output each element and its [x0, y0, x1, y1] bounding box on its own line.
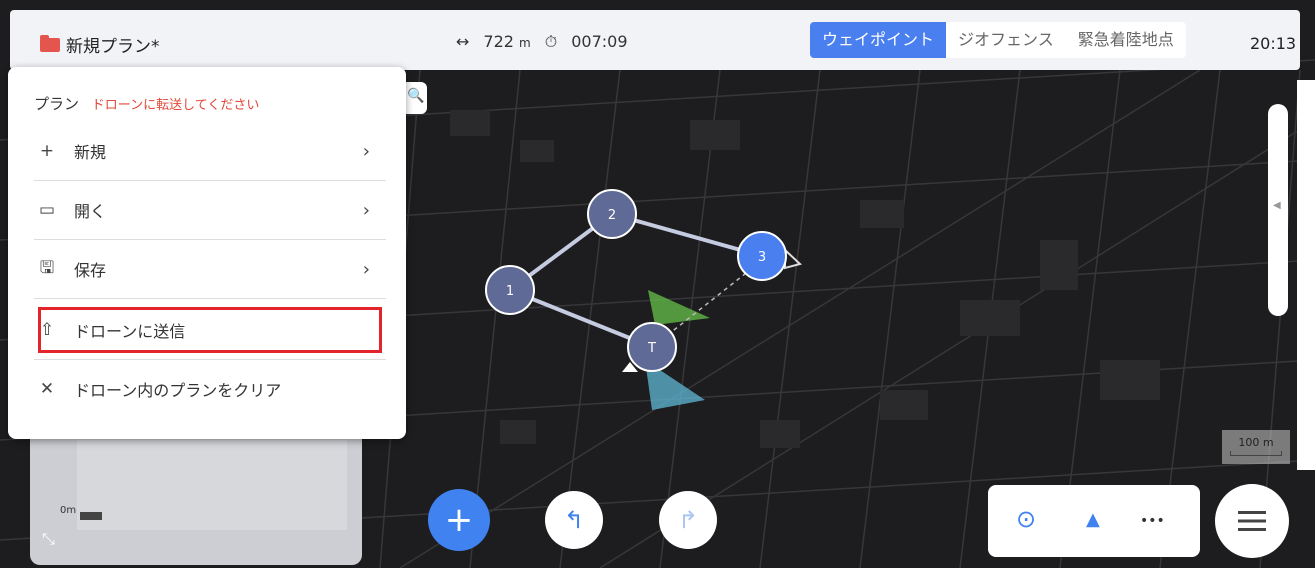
menu-item-save[interactable]: 🖫 保存 ›	[34, 240, 386, 298]
menu-item-open[interactable]: ▭ 開く ›	[34, 181, 386, 239]
menu-title: プラン	[34, 95, 80, 113]
takeoff-label: T	[647, 341, 656, 356]
graph-zero-label: 0m	[60, 505, 77, 516]
graph-area	[77, 440, 347, 530]
chevron-left-icon: ◀	[1273, 200, 1281, 211]
plus-icon: +	[39, 141, 55, 161]
plan-title[interactable]: 新規プラン*	[40, 32, 160, 57]
chevron-right-icon: ›	[362, 199, 370, 221]
transfer-warning: ドローンに転送してください	[91, 98, 260, 113]
mode-tabs: ウェイポイント ジオフェンス 緊急着陸地点	[810, 22, 1186, 58]
add-waypoint-button[interactable]: +	[428, 489, 490, 551]
highlight-box	[38, 307, 382, 353]
scale-label: 100 m	[1238, 436, 1274, 449]
divider	[34, 298, 386, 299]
map-tools: ⊙ ▲ •••	[988, 485, 1200, 557]
menu-item-open-label: 開く	[74, 202, 107, 221]
distance-icon: ↔	[456, 32, 470, 51]
side-panel-toggle[interactable]: ◀	[1268, 104, 1288, 316]
menu-item-save-label: 保存	[74, 261, 107, 280]
hamburger-icon	[1238, 511, 1266, 531]
scale-bar: 100 m	[1222, 430, 1290, 464]
right-panel-edge[interactable]	[1297, 80, 1315, 470]
flight-stats: ↔ 722 m ⏱ 007:09	[456, 32, 628, 52]
chevron-right-icon: ›	[362, 140, 370, 162]
plan-name: 新規プラン*	[66, 37, 160, 57]
distance-unit: m	[519, 36, 531, 50]
menu-item-clear-drone-plan[interactable]: ✕ ドローン内のプランをクリア	[34, 360, 386, 418]
main-menu-button[interactable]	[1215, 484, 1289, 558]
distance-value: 722	[483, 32, 514, 51]
clock: 20:13	[1250, 34, 1297, 53]
compass-icon[interactable]: ▲	[1086, 509, 1100, 530]
menu-item-clear-label: ドローン内のプランをクリア	[74, 381, 282, 400]
timer-icon: ⏱	[544, 32, 558, 51]
redo-button[interactable]: ↱	[659, 491, 717, 549]
menu-header: プラン ドローンに転送してください	[34, 93, 259, 114]
save-icon: 🖫	[39, 257, 55, 278]
more-icon[interactable]: •••	[1140, 513, 1165, 529]
collapse-icon[interactable]: ⤡	[42, 529, 55, 549]
tab-emergency-landing[interactable]: 緊急着陸地点	[1066, 22, 1186, 58]
waypoint-2-label: 2	[608, 208, 616, 223]
close-icon: ✕	[39, 379, 55, 399]
flight-time: 007:09	[571, 32, 628, 51]
chevron-right-icon: ›	[362, 258, 370, 280]
menu-item-new-label: 新規	[74, 143, 107, 162]
folder-open-icon: ▭	[38, 200, 56, 220]
graph-bar	[80, 512, 102, 520]
folder-icon	[40, 34, 60, 52]
tab-geofence[interactable]: ジオフェンス	[946, 22, 1066, 58]
plan-menu: プラン ドローンに転送してください + 新規 › ▭ 開く › 🖫 保存 › ⇧…	[8, 67, 406, 439]
top-bar: 新規プラン* ↔ 722 m ⏱ 007:09 ウェイポイント ジオフェンス 緊…	[10, 10, 1300, 70]
search-icon: 🔍	[407, 88, 425, 104]
search-tab[interactable]: 🔍	[405, 82, 427, 114]
tab-waypoint[interactable]: ウェイポイント	[810, 22, 947, 58]
waypoint-1-label: 1	[506, 284, 514, 299]
menu-item-new[interactable]: + 新規 ›	[34, 122, 386, 180]
undo-button[interactable]: ↰	[545, 491, 603, 549]
altitude-graph: 0m ⤡	[30, 425, 362, 565]
waypoint-3-label: 3	[758, 250, 766, 265]
locate-icon[interactable]: ⊙	[1016, 505, 1036, 533]
